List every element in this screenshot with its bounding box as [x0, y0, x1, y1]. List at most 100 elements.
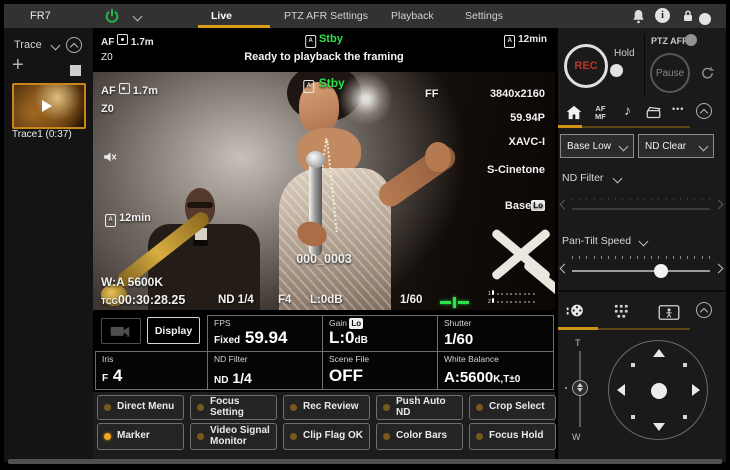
- assign-crop-select-button[interactable]: Crop Select: [469, 395, 556, 420]
- trace-collapse-button[interactable]: [66, 37, 82, 53]
- trace-panel-title: Trace: [14, 39, 42, 51]
- strip-record-status: Stby: [319, 33, 343, 45]
- preset-grid-tab-icon[interactable]: [614, 304, 629, 324]
- tab-live[interactable]: Live: [211, 10, 232, 22]
- dpad-center-knob[interactable]: [651, 383, 667, 399]
- white-balance-cell[interactable]: White Balance A:5600K,T±0: [437, 351, 554, 390]
- osd-media-remaining: 12min: [119, 212, 151, 224]
- assign-lamp-icon: [383, 433, 390, 440]
- osd-nd-value: ND 1/4: [218, 294, 254, 306]
- nd-slider-right-icon: [714, 200, 724, 210]
- assign-lamp-icon: [104, 433, 111, 440]
- assign-direct-menu-button[interactable]: Direct Menu: [97, 395, 184, 420]
- strip-zoom-value: Z0: [101, 52, 113, 63]
- speed-slider-track: [572, 270, 710, 272]
- camera-off-icon: x: [110, 324, 132, 338]
- shutter-cell[interactable]: Shutter 1/60: [437, 315, 554, 352]
- camera-settings-panel: x Display FPS Fixed 59.94 Gain Lo L:0dB …: [93, 310, 555, 392]
- video-monitor[interactable]: AF 1.7m Z0 A Stby FF 3840x2160 59.94P XA…: [93, 72, 555, 310]
- zoom-rocker-thumb[interactable]: [572, 380, 588, 396]
- tab-ptz-afr-settings[interactable]: PTZ AFR Settings: [284, 10, 368, 22]
- lock-icon: [682, 9, 694, 28]
- assign-lamp-icon: [104, 404, 111, 411]
- osd-timecode: 00:30:28.25: [118, 293, 185, 307]
- assign-clip-flag-ok-button[interactable]: Clip Flag OK: [283, 423, 370, 450]
- audio-note-tab-icon[interactable]: ♪: [624, 102, 631, 118]
- assign-lamp-icon: [383, 404, 390, 411]
- pan-tilt-chevron-icon[interactable]: [639, 237, 649, 247]
- power-menu-chevron-icon[interactable]: [133, 12, 143, 22]
- assignable-buttons-grid: Direct Menu Focus Setting Rec Review Pus…: [93, 392, 555, 462]
- assign-rec-review-button[interactable]: Rec Review: [283, 395, 370, 420]
- window-bottom-grip: [8, 459, 722, 464]
- osd-codec: XAVC-I: [509, 136, 545, 148]
- framing-subject-tab-icon[interactable]: [658, 305, 680, 325]
- info-icon[interactable]: i: [655, 8, 670, 23]
- pan-left-arrow-icon[interactable]: [617, 384, 625, 396]
- ptz-afr-label: PTZ AFR: [651, 36, 689, 46]
- home-tab-icon[interactable]: [566, 105, 582, 125]
- rec-button[interactable]: REC: [564, 44, 608, 88]
- tilt-down-arrow-icon[interactable]: [653, 423, 665, 431]
- fps-cell[interactable]: FPS Fixed 59.94: [207, 315, 323, 352]
- pan-right-arrow-icon[interactable]: [692, 384, 700, 396]
- assign-lamp-icon: [197, 404, 204, 411]
- speed-slider-thumb[interactable]: [654, 264, 668, 278]
- trace-dropdown-chevron-icon[interactable]: [51, 41, 61, 51]
- af-mf-tab-icon[interactable]: AF MF: [595, 105, 606, 120]
- one-push-reset-icon[interactable]: [700, 65, 715, 85]
- speed-slider-right-icon[interactable]: [714, 264, 724, 274]
- tab-playback[interactable]: Playback: [391, 10, 434, 22]
- nd-filter-chevron-icon[interactable]: [613, 174, 623, 184]
- pan-tilt-dpad[interactable]: [608, 340, 708, 440]
- tilt-up-arrow-icon[interactable]: [653, 349, 665, 357]
- stop-trace-icon[interactable]: [70, 65, 81, 76]
- assign-color-bars-button[interactable]: Color Bars: [376, 423, 463, 450]
- osd-af-distance: 1.7m: [133, 85, 158, 97]
- play-icon: [42, 100, 52, 112]
- nd-clear-select[interactable]: ND Clear: [638, 134, 714, 158]
- zoom-rocker-dot: [565, 387, 567, 389]
- divider: [558, 290, 726, 292]
- assign-lamp-icon: [476, 433, 483, 440]
- face-detect-icon: [117, 34, 128, 45]
- add-trace-icon[interactable]: +: [12, 55, 24, 75]
- assign-video-signal-monitor-button[interactable]: Video Signal Monitor: [190, 423, 277, 450]
- nd-slider-track: [572, 208, 710, 210]
- divider: [644, 34, 645, 96]
- assign-focus-hold-button[interactable]: Focus Hold: [469, 423, 556, 450]
- iris-cell[interactable]: Iris F 4: [95, 351, 208, 390]
- pause-button[interactable]: Pause: [650, 53, 690, 93]
- display-button[interactable]: Display: [147, 317, 200, 344]
- assign-focus-setting-button[interactable]: Focus Setting: [190, 395, 277, 420]
- osd-gain-value: L:0dB: [310, 294, 343, 306]
- osd-zoom-value: Z0: [101, 103, 114, 115]
- power-icon[interactable]: [104, 8, 120, 29]
- nd-slider-ticks: [572, 198, 710, 200]
- assign-push-auto-nd-button[interactable]: Push Auto ND: [376, 395, 463, 420]
- joystick-collapse-button[interactable]: [696, 302, 712, 318]
- panel-collapse-button[interactable]: [696, 103, 712, 119]
- osd-focus-mode: FF: [425, 88, 438, 100]
- notifications-bell-icon[interactable]: [632, 9, 645, 29]
- tab-settings[interactable]: Settings: [465, 10, 503, 22]
- camera-control-sidebar: REC Hold PTZ AFR Pause AF MF ♪ •••: [558, 28, 726, 462]
- focus-position-indicator: [440, 294, 469, 310]
- osd-tc-label: TCG: [101, 297, 118, 306]
- trace-clip-thumbnail[interactable]: [12, 83, 86, 129]
- diagonal-dot: [631, 415, 635, 419]
- scene-file-cell[interactable]: Scene File OFF: [322, 351, 438, 390]
- speed-slider-ticks: [572, 256, 710, 259]
- media-slot-icon: A: [305, 35, 316, 48]
- base-sensitivity-select[interactable]: Base Low: [560, 134, 634, 158]
- assign-lamp-icon: [197, 433, 204, 440]
- nd-filter-cell[interactable]: ND Filter ND 1/4: [207, 351, 323, 390]
- joystick-tab-icon[interactable]: [566, 302, 585, 324]
- assign-marker-button[interactable]: Marker: [97, 423, 184, 450]
- strip-af-label: AF: [101, 37, 114, 48]
- speed-slider-left-icon[interactable]: [560, 264, 570, 274]
- gain-cell[interactable]: Gain Lo L:0dB: [322, 315, 438, 352]
- trace-clip-label: Trace1 (0:37): [12, 129, 72, 140]
- media-slate-tab-icon[interactable]: [646, 106, 661, 124]
- more-tab-icon[interactable]: •••: [672, 104, 684, 114]
